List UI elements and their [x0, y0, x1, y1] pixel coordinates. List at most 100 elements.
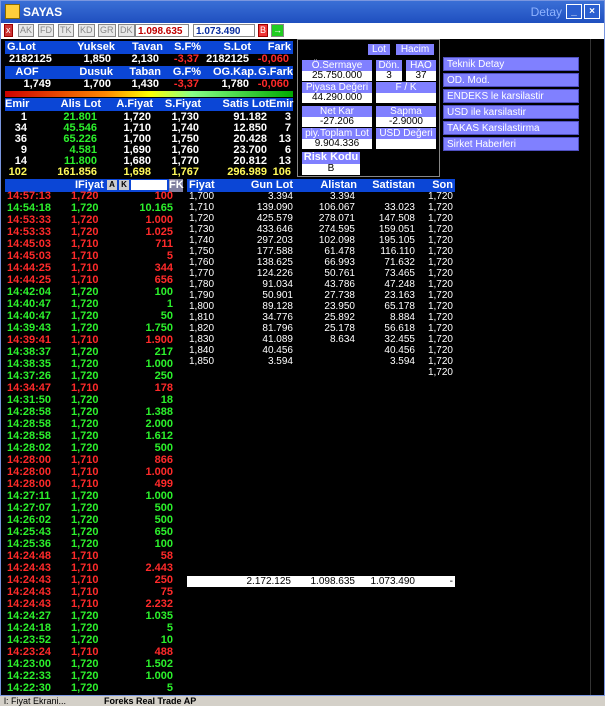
taskbar: l: Fiyat Ekrani... Foreks Real Trade AP [0, 696, 605, 706]
tab-hacim[interactable]: Hacim [396, 44, 434, 55]
right-button-0[interactable]: Teknik Detay [443, 57, 579, 71]
depth-cell: 33.023 [384, 202, 415, 213]
depth-cell: 1,710 [189, 202, 215, 213]
trade-time: 14:25:36 [7, 538, 52, 550]
trade-time: 14:39:43 [7, 322, 52, 334]
depth-row: 1,780 91.034 43.786 47.248 1,720 [187, 279, 455, 290]
trade-time: 14:24:43 [7, 586, 52, 598]
book-header: Emir Alis Lot A.Fiyat S.Fiyat Satis Lot … [5, 98, 294, 111]
trade-price: 1,720 [71, 658, 99, 670]
depth-cell: 50.761 [324, 268, 355, 279]
close-small-icon[interactable]: x [4, 24, 13, 37]
trade-row: 14:24:27 1,720 1.035 [7, 611, 183, 622]
depth-row: 1,800 89.128 23.950 65.178 1,720 [187, 301, 455, 312]
trade-time: 14:40:47 [7, 298, 52, 310]
trade-time: 14:38:37 [7, 346, 52, 358]
right-button-3[interactable]: USD ile karsilastir [443, 105, 579, 119]
tab-ak[interactable]: AK [18, 24, 35, 37]
depth-cell: 106.067 [318, 202, 355, 213]
tab-dk[interactable]: DK [118, 24, 135, 37]
trade-lot: 656 [154, 274, 173, 286]
trade-time: 14:44:25 [7, 274, 52, 286]
usd-value [376, 139, 436, 149]
depth-cell: 1,790 [189, 290, 215, 301]
arrow-icon[interactable]: → [271, 24, 284, 37]
depth-row: 1,720 [187, 367, 455, 378]
depth-cell: 32.455 [384, 334, 415, 345]
depth-cell: 159.051 [378, 224, 415, 235]
right-button-2[interactable]: ENDEKS le karsilastir [443, 89, 579, 103]
depth-cell: 1,720 [427, 213, 453, 224]
depth-cell: 61.478 [324, 246, 355, 257]
depth-cell: 3.394 [267, 191, 293, 202]
trade-lot: 499 [154, 478, 173, 490]
trade-lot: 50 [160, 310, 173, 322]
depth-cell: 1,740 [189, 235, 215, 246]
depth-row: 1,770 124.226 50.761 73.465 1,720 [187, 268, 455, 279]
depth-row: 1,720 425.579 278.071 147.508 1,720 [187, 213, 455, 224]
taskbar-item-1[interactable]: l: Fiyat Ekrani... [4, 696, 66, 706]
k-button[interactable]: K [119, 180, 129, 190]
book-cell: 102 [8, 166, 27, 178]
depth-cell: 43.786 [324, 279, 355, 290]
trade-row: 14:45:03 1,710 711 [7, 239, 183, 250]
trade-price: 1,710 [71, 550, 99, 562]
trade-lot: 1.502 [145, 658, 173, 670]
trade-row: 14:44:25 1,710 656 [7, 275, 183, 286]
title-bar[interactable]: SAYAS Detay _ × [1, 1, 604, 23]
window-title: SAYAS [23, 5, 63, 19]
depth-cell: 3.594 [389, 356, 415, 367]
depth-cell: 1,810 [189, 312, 215, 323]
depth-cell: 65.178 [384, 301, 415, 312]
depth-cell: 433.646 [256, 224, 293, 235]
trade-time: 14:24:43 [7, 574, 52, 586]
depth-cell: 50.901 [262, 290, 293, 301]
right-button-1[interactable]: OD. Mod. [443, 73, 579, 87]
trade-price: 1,720 [71, 358, 99, 370]
tab-gr[interactable]: GR [98, 24, 116, 37]
tab-fd[interactable]: FD [38, 24, 54, 37]
scrollbar[interactable] [590, 39, 604, 695]
trade-row: 14:25:43 1,720 650 [7, 527, 183, 538]
a-button[interactable]: A [107, 180, 117, 190]
trade-lot: 1 [166, 298, 173, 310]
b-button[interactable]: B [258, 24, 269, 37]
depth-cell: 147.508 [378, 213, 415, 224]
trade-time: 14:42:04 [7, 286, 52, 298]
trade-time: 14:27:11 [7, 490, 51, 502]
right-button-4[interactable]: TAKAS Karsilastirma [443, 121, 579, 135]
trade-row: 14:22:33 1,720 1.000 [7, 671, 183, 682]
trade-row: 14:37:26 1,720 250 [7, 371, 183, 382]
trade-lot: 178 [154, 382, 173, 394]
trade-row: 14:40:47 1,720 1 [7, 299, 183, 310]
trade-lot: 488 [154, 646, 173, 658]
tab-tk[interactable]: TK [58, 24, 74, 37]
depth-cell: 1,840 [189, 345, 215, 356]
trade-price: 1,720 [71, 418, 99, 430]
trade-row: 14:27:11 1,720 1.000 [7, 491, 183, 502]
minimize-icon[interactable]: _ [566, 4, 582, 19]
trade-time: 14:53:33 [7, 226, 52, 238]
trade-price: 1,720 [71, 286, 99, 298]
tab-kd[interactable]: KD [78, 24, 95, 37]
trade-lot: 217 [154, 346, 173, 358]
trade-lot: 5 [166, 250, 173, 262]
depth-cell: 1,720 [427, 301, 453, 312]
depth-cell: 40.456 [384, 345, 415, 356]
trade-price: 1,720 [71, 610, 99, 622]
trade-lot: 1.900 [145, 334, 173, 346]
taskbar-item-2[interactable]: Foreks Real Trade AP [104, 696, 196, 706]
depth-cell: 1,780 [189, 279, 215, 290]
trade-row: 14:34:47 1,710 178 [7, 383, 183, 394]
depth-cell: 1,720 [427, 246, 453, 257]
tab-lot[interactable]: Lot [368, 44, 390, 55]
close-icon[interactable]: × [584, 4, 600, 19]
depth-row: 1,730 433.646 274.595 159.051 1,720 [187, 224, 455, 235]
right-button-5[interactable]: Sirket Haberleri [443, 137, 579, 151]
trade-time: 14:34:47 [7, 382, 52, 394]
depth-row: 1,760 138.625 66.993 71.632 1,720 [187, 257, 455, 268]
trade-lot: 344 [154, 262, 173, 274]
depth-cell: 274.595 [318, 224, 355, 235]
risk-value: B [302, 164, 360, 175]
trade-lot: 711 [155, 238, 173, 250]
